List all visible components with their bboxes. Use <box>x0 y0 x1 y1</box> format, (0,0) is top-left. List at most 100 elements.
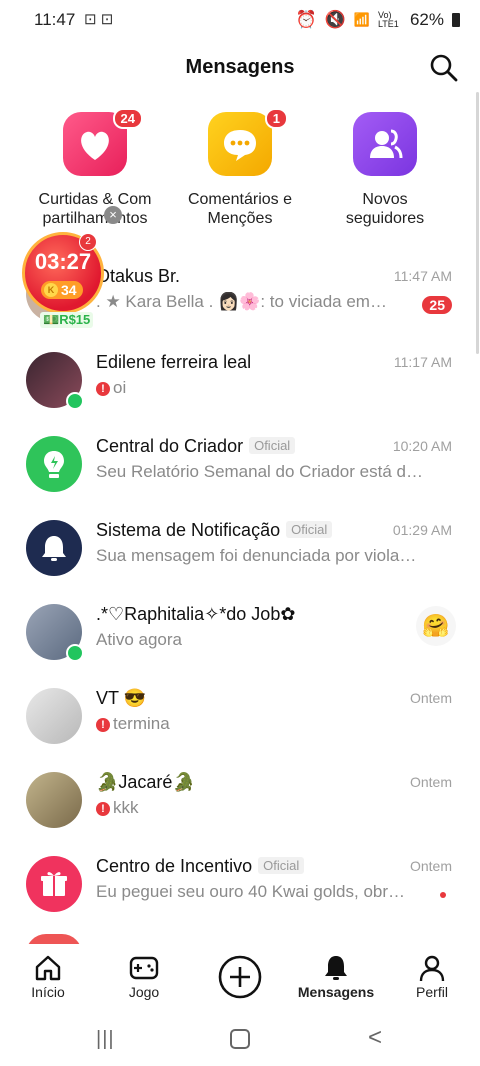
alarm-icon: ⏰ <box>295 10 317 29</box>
conversation-row[interactable]: Centro de Incentivo Oficial Eu peguei seu… <box>0 842 480 926</box>
gamepad-icon <box>96 952 192 984</box>
avatar <box>26 934 82 944</box>
home-icon <box>0 952 96 984</box>
conversation-preview: Sua mensagem foi denunciada por viola… <box>96 546 417 565</box>
conversation-row[interactable]: Sistema de Notificação Oficial Sua mensag… <box>0 506 480 590</box>
avatar <box>26 772 82 828</box>
plus-icon <box>192 954 288 1000</box>
comment-icon: 1 <box>208 108 288 176</box>
alert-icon: ! <box>96 802 110 816</box>
coin-count: K 34 <box>41 281 83 299</box>
nav-create[interactable] <box>192 954 288 1000</box>
page-title: Mensagens <box>185 56 295 78</box>
conversation-time: Ontem <box>409 774 452 790</box>
conversation-name: .*♡Raphitalia✧*do Job✿ <box>96 604 296 624</box>
conversation-preview: Seu Relatório Semanal do Criador está d… <box>96 462 423 481</box>
gift-icon <box>41 872 67 896</box>
conversation-preview: ! oi <box>96 378 456 398</box>
unread-dot <box>440 892 446 898</box>
status-time: 11:47 <box>34 10 76 29</box>
nav-home[interactable]: Início <box>0 952 96 1000</box>
unread-count-badge: 25 <box>422 296 452 314</box>
conversation-time: 10:20 AM <box>392 438 452 454</box>
hug-emoji-button[interactable]: 🤗 <box>416 606 456 646</box>
timer-countdown: 03:27 <box>34 249 92 274</box>
followers-label: Novos seguidores <box>345 191 425 227</box>
conversation-name: 🐊Jacaré🐊 <box>96 772 195 792</box>
conversation-preview: ! termina <box>96 714 456 734</box>
coin-icon: K <box>44 283 58 297</box>
mute-icon: 🔇 <box>324 10 346 29</box>
conversation-row[interactable]: .*♡Raphitalia✧*do Job✿ Ativo agora 🤗 <box>0 590 480 674</box>
conversation-time: Ontem <box>409 690 452 706</box>
nav-game[interactable]: Jogo <box>96 952 192 1000</box>
battery-icon <box>452 13 460 27</box>
conversation-name: Otakus Br. <box>96 266 181 286</box>
official-tag: Oficial <box>249 437 296 454</box>
online-indicator <box>66 392 84 410</box>
nav-profile-label: Perfil <box>416 984 448 1000</box>
conversation-row[interactable]: Edilene ferreira leal ! oi 11:17 AM <box>0 338 480 422</box>
status-bar: 11:47 ⊡ ⊡ ⏰ 🔇 📶 Vo) LTE1 62% <box>0 0 480 40</box>
search-button[interactable] <box>428 52 460 84</box>
reward-timer-widget[interactable]: 03:27 K 34 2 <box>22 232 104 314</box>
avatar <box>26 520 82 576</box>
conversation-row[interactable]: VT 😎 ! termina Ontem <box>0 674 480 758</box>
network-label: Vo) LTE1 <box>377 10 399 29</box>
conversation-time: Ontem <box>409 858 452 874</box>
comments-shortcut[interactable]: 1 Comentários e Menções <box>165 108 315 228</box>
nav-profile[interactable]: Perfil <box>384 952 480 1000</box>
conversation-row[interactable]: Central do Criador Oficial Seu Relatório … <box>0 422 480 506</box>
scrollbar[interactable] <box>476 92 479 354</box>
status-right: ⏰ 🔇 📶 Vo) LTE1 62% <box>295 10 460 30</box>
conversation-time: 11:47 AM <box>393 268 452 284</box>
conversation-name: Centro de Incentivo Oficial <box>96 856 305 877</box>
likes-shortcut[interactable]: 24 Curtidas & Com partilhamentos <box>20 108 170 228</box>
nav-home-label: Início <box>31 984 65 1000</box>
avatar <box>26 856 82 912</box>
official-tag: Oficial <box>258 857 305 874</box>
official-tag: Oficial <box>286 521 333 538</box>
heart-icon: 24 <box>63 108 143 176</box>
conversation-name: Central do Criador Oficial <box>96 436 296 457</box>
status-notification-icons: ⊡ ⊡ <box>84 11 114 28</box>
home-button[interactable] <box>230 1029 250 1049</box>
conversation-time: 11:17 AM <box>393 354 452 370</box>
bell-icon <box>42 536 66 561</box>
followers-shortcut[interactable]: Novos seguidores <box>310 112 460 228</box>
nav-messages[interactable]: Mensagens <box>288 952 384 1000</box>
conversation-preview: ! kkk <box>96 798 456 818</box>
cash-icon: 💵 <box>43 312 60 327</box>
search-icon <box>430 54 458 82</box>
timer-badge: 2 <box>79 233 97 251</box>
nav-game-label: Jogo <box>128 984 160 1000</box>
conversation-name: Sistema de Notificação Oficial <box>96 520 333 541</box>
conversation-preview: Eu peguei seu ouro 40 Kwai golds, obr… <box>96 882 406 901</box>
avatar <box>26 436 82 492</box>
comments-badge: 1 <box>264 108 288 129</box>
system-nav-bar: ||| < <box>0 1016 480 1066</box>
conversation-preview: . ★ Kara Bella . 👩🏻🌸: to viciada em… <box>96 292 387 311</box>
comments-label: Comentários e Menções <box>187 191 293 227</box>
wifi-icon: 📶 <box>353 12 370 27</box>
followers-icon <box>353 112 417 176</box>
conversation-name: VT 😎 <box>96 688 147 708</box>
alert-icon: ! <box>96 718 110 732</box>
conversation-name: Edilene ferreira leal <box>96 352 252 372</box>
conversation-list: Otakus Br. . ★ Kara Bella . 👩🏻🌸: to vici… <box>0 252 480 944</box>
bottom-nav: Início Jogo Mensagens Perfil <box>0 944 480 1016</box>
recent-apps-button[interactable]: ||| <box>96 1028 115 1051</box>
reward-amount: 💵R$15 <box>40 312 94 328</box>
alert-icon: ! <box>96 382 110 396</box>
online-indicator <box>66 644 84 662</box>
battery-level: 62% <box>409 10 444 29</box>
likes-badge: 24 <box>112 108 143 129</box>
bell-icon <box>288 952 384 984</box>
back-button[interactable]: < <box>368 1024 382 1052</box>
conversation-preview: Ativo agora <box>96 630 182 649</box>
profile-icon <box>384 952 480 984</box>
conversation-row[interactable]: 🐊Jacaré🐊 ! kkk Ontem <box>0 758 480 842</box>
likes-label: Curtidas & Com partilhamentos <box>38 191 152 227</box>
close-icon[interactable]: × <box>104 206 122 224</box>
bulb-icon <box>44 451 64 478</box>
